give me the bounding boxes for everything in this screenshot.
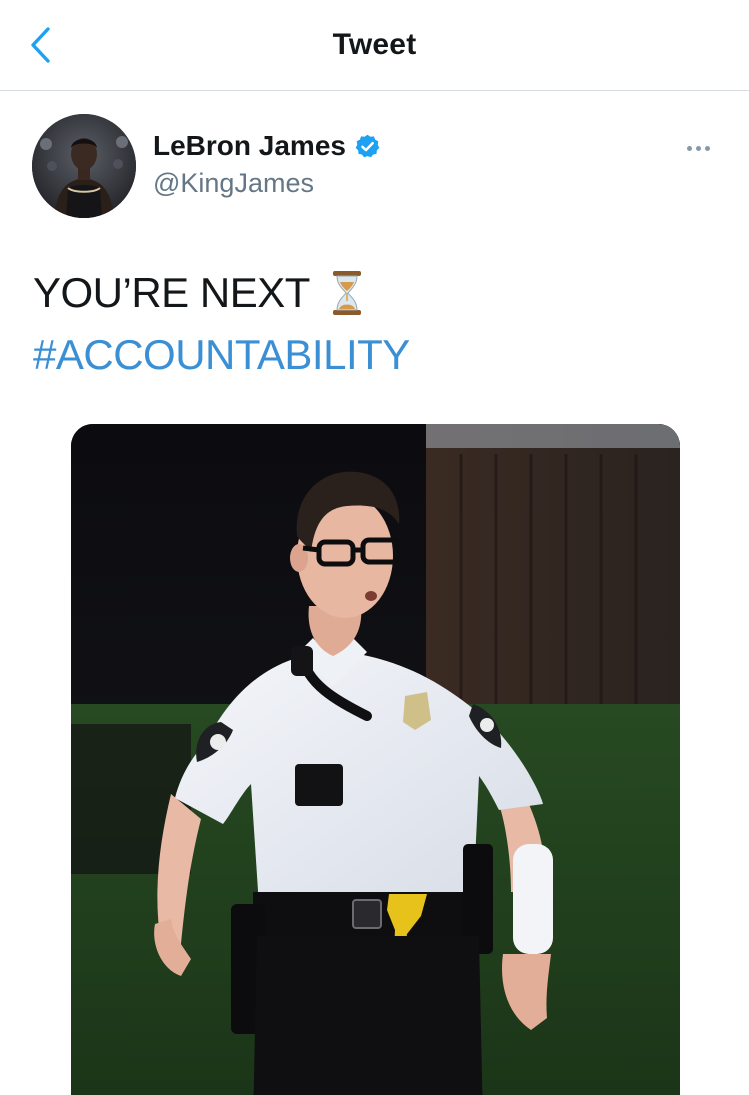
verified-badge-icon <box>354 133 381 160</box>
user-handle[interactable]: @KingJames <box>153 168 381 199</box>
more-options-button[interactable] <box>678 134 718 162</box>
display-name[interactable]: LeBron James <box>153 130 346 162</box>
more-icon-dot <box>686 145 692 151</box>
video-still-image <box>71 424 680 1095</box>
avatar[interactable] <box>32 114 136 218</box>
more-icon-dot <box>695 145 701 151</box>
page-title: Tweet <box>332 28 417 61</box>
tweet-text-line: YOU’RE NEXT <box>33 262 723 324</box>
avatar-image <box>32 114 136 218</box>
tweet-text: YOU’RE NEXT #ACCOUNTABILITY <box>33 262 723 386</box>
author-names[interactable]: LeBron James @KingJames <box>153 130 381 199</box>
tweet-author: LeBron James @KingJames <box>32 114 722 218</box>
more-icon-dot <box>704 145 710 151</box>
tweet-media[interactable] <box>71 424 680 1095</box>
hourglass-icon <box>330 269 364 317</box>
navigation-bar: Tweet <box>0 0 749 91</box>
tweet-text-content: YOU’RE NEXT <box>33 269 310 316</box>
tweet-screen: Tweet LeBron James @KingJames YOU’RE NEX… <box>0 0 749 1095</box>
hashtag-link[interactable]: #ACCOUNTABILITY <box>33 324 410 386</box>
tweet-hashtag-line: #ACCOUNTABILITY <box>33 324 723 386</box>
